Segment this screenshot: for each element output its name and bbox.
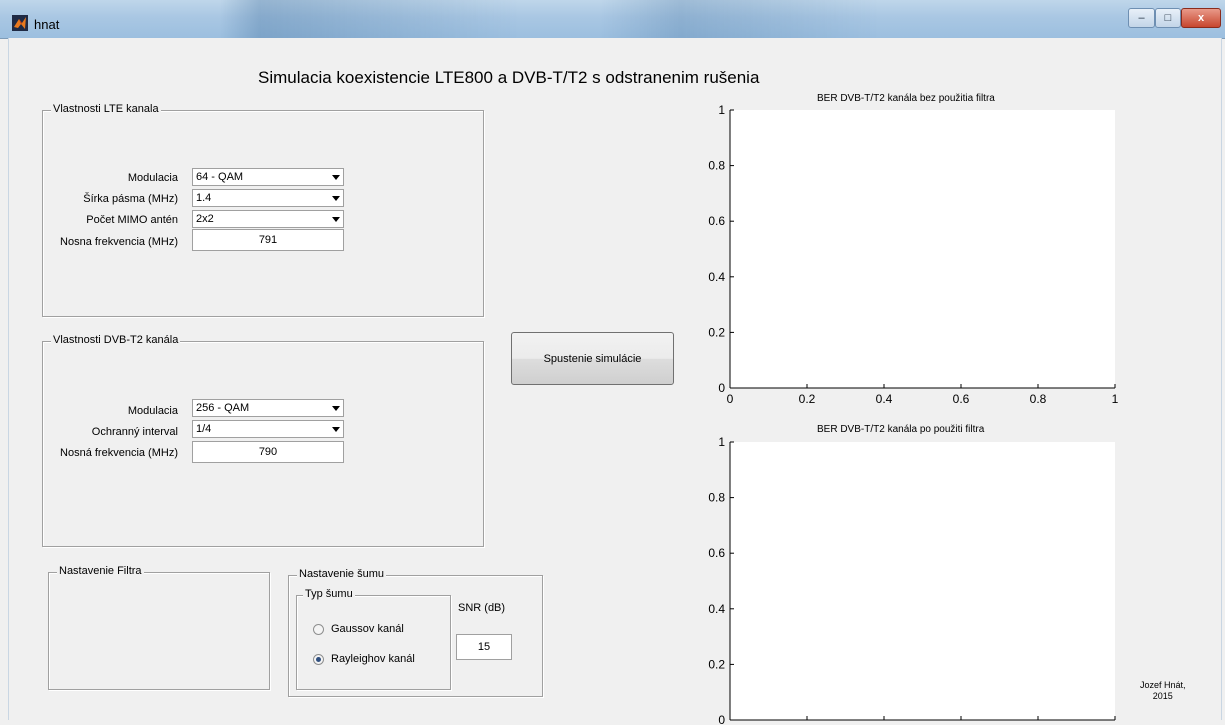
dvb-guard-select[interactable]: 1/4 xyxy=(192,420,344,438)
close-icon: x xyxy=(1197,12,1205,24)
chevron-down-icon xyxy=(332,427,340,432)
rayleigh-radio-label: Rayleighov kanál xyxy=(331,653,415,665)
page-title: Simulacia koexistencie LTE800 a DVB-T/T2… xyxy=(258,68,760,87)
dvb-modulation-label: Modulacia xyxy=(127,405,178,417)
author-name: Jozef Hnát, xyxy=(1140,680,1186,690)
dvb-guard-value: 1/4 xyxy=(196,423,212,435)
x-tick-label: 1 xyxy=(1112,392,1119,406)
window-title: hnat xyxy=(34,17,60,32)
x-tick-label: 0.6 xyxy=(953,392,970,406)
dvb-modulation-value: 256 - QAM xyxy=(196,402,250,414)
bottom-ber-chart: 0 0.2 0.4 0.6 0.8 1 xyxy=(708,435,1116,725)
radio-checked-icon xyxy=(313,653,324,665)
minimize-button[interactable]: – xyxy=(1128,8,1155,28)
noise-type-panel: Typ šumu xyxy=(296,588,451,690)
maximize-button[interactable]: □ xyxy=(1155,8,1181,28)
run-simulation-button[interactable]: Spustenie simulácie xyxy=(511,332,674,385)
minimize-icon: – xyxy=(1138,12,1145,24)
title-bar: hnat – □ x xyxy=(0,0,1225,39)
lte-mimo-label: Počet MIMO antén xyxy=(86,214,178,226)
x-tick-label: 0.4 xyxy=(876,392,893,406)
chevron-down-icon xyxy=(332,217,340,222)
close-button[interactable]: x xyxy=(1181,8,1221,28)
y-tick-label: 0.2 xyxy=(708,657,725,671)
radio-unchecked-icon xyxy=(313,623,324,635)
author-credit: Jozef Hnát, 2015 xyxy=(1140,680,1186,702)
snr-input[interactable]: 15 xyxy=(456,634,512,660)
x-tick-label: 0.2 xyxy=(799,392,816,406)
lte-modulation-select[interactable]: 64 - QAM xyxy=(192,168,344,186)
lte-mimo-select[interactable]: 2x2 xyxy=(192,210,344,228)
snr-label: SNR (dB) xyxy=(458,602,506,614)
y-tick-label: 0.2 xyxy=(708,325,725,339)
y-tick-label: 0.8 xyxy=(708,491,725,505)
y-tick-label: 0.4 xyxy=(708,602,725,616)
lte-modulation-label: Modulacia xyxy=(127,172,178,184)
title-bar-decoration xyxy=(0,0,1225,38)
y-tick-label: 0.8 xyxy=(708,159,725,173)
lte-frequency-input[interactable]: 791 xyxy=(192,229,344,251)
y-tick-label: 0 xyxy=(718,713,725,725)
matlab-app-icon xyxy=(12,15,28,31)
plot-area xyxy=(730,442,1115,720)
dvb-frequency-label: Nosná frekvencia (MHz) xyxy=(60,447,178,459)
x-tick-label: 0.8 xyxy=(1030,392,1047,406)
noise-panel-title: Nastavenie šumu xyxy=(297,568,386,580)
lte-panel-title: Vlastnosti LTE kanala xyxy=(51,103,161,115)
lte-bandwidth-select[interactable]: 1.4 xyxy=(192,189,344,207)
chevron-down-icon xyxy=(332,196,340,201)
y-tick-label: 0.6 xyxy=(708,214,725,228)
y-tick-label: 0.4 xyxy=(708,270,725,284)
y-tick-label: 1 xyxy=(718,103,725,117)
y-tick-label: 1 xyxy=(718,435,725,449)
y-tick-label: 0 xyxy=(718,381,725,395)
plot-area xyxy=(730,110,1115,388)
filter-panel-title: Nastavenie Filtra xyxy=(57,565,144,577)
dvb-modulation-select[interactable]: 256 - QAM xyxy=(192,399,344,417)
lte-bandwidth-label: Šírka pásma (MHz) xyxy=(83,193,178,205)
gauss-radio-label: Gaussov kanál xyxy=(331,623,404,635)
dvb-frequency-input[interactable]: 790 xyxy=(192,441,344,463)
filter-settings-panel: Nastavenie Filtra xyxy=(48,565,270,690)
noise-type-title: Typ šumu xyxy=(303,588,355,600)
author-year: 2015 xyxy=(1152,691,1173,701)
y-tick-label: 0.6 xyxy=(708,546,725,560)
chevron-down-icon xyxy=(332,175,340,180)
lte-modulation-value: 64 - QAM xyxy=(196,171,244,183)
gauss-radio[interactable]: Gaussov kanál xyxy=(313,623,404,635)
dvb-panel-title: Vlastnosti DVB-T2 kanála xyxy=(51,334,181,346)
top-ber-chart: 0 0.2 0.4 0.6 0.8 1 0 0.2 0.4 0.6 0.8 1 xyxy=(708,103,1119,406)
rayleigh-radio[interactable]: Rayleighov kanál xyxy=(313,653,415,665)
x-tick-label: 0 xyxy=(727,392,734,406)
lte-mimo-value: 2x2 xyxy=(196,213,214,225)
dvb-guard-label: Ochranný interval xyxy=(91,426,178,438)
maximize-icon: □ xyxy=(1164,12,1172,24)
lte-frequency-label: Nosna frekvencia (MHz) xyxy=(60,236,178,248)
lte-bandwidth-value: 1.4 xyxy=(196,192,212,204)
chevron-down-icon xyxy=(332,406,340,411)
